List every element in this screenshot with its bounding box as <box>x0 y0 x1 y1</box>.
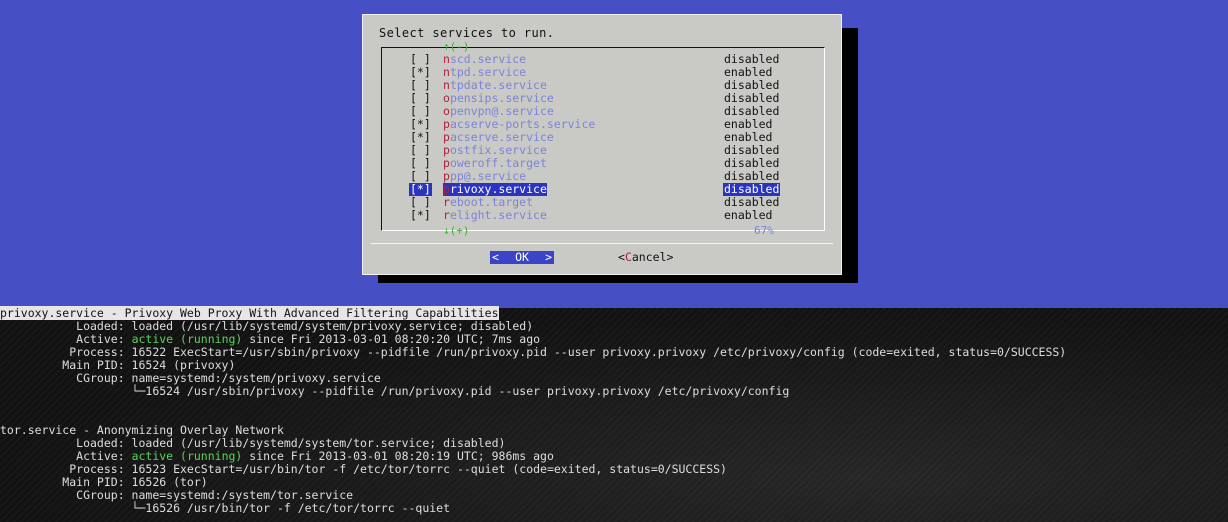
tor-active-status: active (running) <box>131 449 243 463</box>
service-checkbox[interactable]: [*] <box>409 209 432 222</box>
service-name-text: scd.service <box>449 52 527 66</box>
service-name-text: elight.service <box>449 208 547 222</box>
service-name-text: rivoxy.service <box>449 182 547 196</box>
service-hotkey: p <box>443 156 450 170</box>
privoxy-active-prefix: Active: <box>0 332 132 346</box>
service-name-text: ostfix.service <box>449 143 547 157</box>
service-hotkey: o <box>443 91 450 105</box>
service-hotkey: n <box>443 52 450 66</box>
service-name-text: oweroff.target <box>449 156 547 170</box>
cancel-hotkey: C <box>624 250 632 264</box>
dialog-title: Select services to run. <box>379 26 555 40</box>
service-hotkey: p <box>443 117 450 131</box>
service-hotkey: n <box>443 65 450 79</box>
service-select-dialog: Select services to run. ↑(-) [ ] nscd.ser… <box>362 14 842 275</box>
service-name[interactable]: relight.service <box>443 209 547 222</box>
cancel-rest: ancel> <box>631 250 674 264</box>
privoxy-cgroup-child-line: └─16524 /usr/sbin/privoxy --pidfile /run… <box>0 384 790 398</box>
privoxy-active-rest: since Fri 2013-03-01 08:20:20 UTC; 7ms a… <box>242 332 541 346</box>
cancel-button[interactable]: <Cancel> <box>618 251 673 264</box>
service-name-text: acserve.service <box>449 130 554 144</box>
ok-right-bracket: > <box>545 250 552 264</box>
dialog-buttons: < OK > <Cancel> <box>363 251 841 265</box>
privoxy-header-text: privoxy.service - Privoxy Web Proxy With… <box>0 306 499 320</box>
service-hotkey: r <box>443 208 450 222</box>
service-hotkey: r <box>443 195 450 209</box>
service-row[interactable]: [*] relight.service enabled <box>409 209 809 222</box>
terminal-output: privoxy.service - Privoxy Web Proxy With… <box>0 306 1228 515</box>
ok-left-bracket: < <box>492 250 499 264</box>
service-hotkey: p <box>443 182 450 196</box>
service-name-text: acserve-ports.service <box>449 117 596 131</box>
service-name-text: pp@.service <box>449 169 527 183</box>
service-name-text: tpdate.service <box>449 78 547 92</box>
tor-active-rest: since Fri 2013-03-01 08:20:19 UTC; 986ms… <box>242 449 554 463</box>
service-hotkey: p <box>443 130 450 144</box>
privoxy-active-status: active (running) <box>131 332 243 346</box>
service-hotkey: n <box>443 78 450 92</box>
ok-label: OK <box>515 250 529 264</box>
tor-active-prefix: Active: <box>0 449 132 463</box>
service-hotkey: p <box>443 169 450 183</box>
service-list: [ ] nscd.service disabled [*] ntpd.service en… <box>409 53 809 222</box>
cancel-open: < <box>618 250 625 264</box>
tor-cgroup-child-line: └─16526 /usr/bin/tor -f /etc/tor/torrc -… <box>0 501 451 515</box>
service-name-text: penvpn@.service <box>449 104 554 118</box>
dialog-separator <box>371 243 833 244</box>
service-state: enabled <box>724 208 773 222</box>
service-name-text: pensips.service <box>449 91 554 105</box>
service-name-text: tpd.service <box>449 65 527 79</box>
service-hotkey: o <box>443 104 450 118</box>
service-hotkey: p <box>443 143 450 157</box>
scroll-down-indicator[interactable]: ↓(+) <box>443 224 470 237</box>
service-name-text: eboot.target <box>449 195 534 209</box>
ok-button[interactable]: < OK > <box>490 251 554 264</box>
scroll-percent: 67% <box>754 224 774 237</box>
